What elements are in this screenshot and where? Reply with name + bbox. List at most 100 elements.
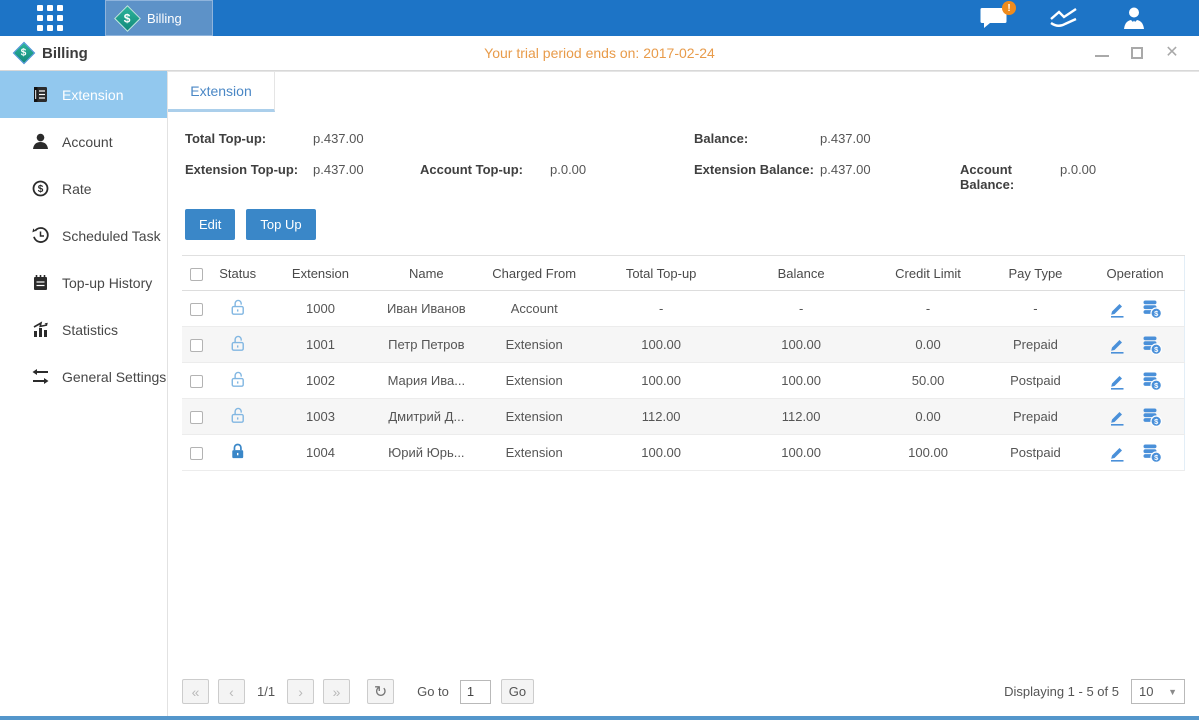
edit-button[interactable]: Edit bbox=[185, 209, 235, 240]
minimize-button[interactable] bbox=[1095, 46, 1109, 60]
row-checkbox[interactable] bbox=[190, 375, 203, 388]
goto-page-input[interactable] bbox=[460, 680, 491, 704]
ledger-icon bbox=[32, 86, 49, 103]
app-tab-billing[interactable]: $ Billing bbox=[105, 0, 213, 36]
cell-charged-from: Extension bbox=[477, 399, 591, 435]
row-checkbox[interactable] bbox=[190, 411, 203, 424]
cell-balance: 112.00 bbox=[731, 399, 871, 435]
window-title: Billing bbox=[42, 45, 88, 62]
top-up-coins-icon[interactable]: $ bbox=[1142, 335, 1162, 355]
extensions-table: StatusExtensionNameCharged FromTotal Top… bbox=[182, 255, 1185, 471]
cell-total-topup: 100.00 bbox=[591, 327, 730, 363]
sidebar-item-extension[interactable]: Extension bbox=[0, 71, 167, 118]
go-button[interactable]: Go bbox=[501, 679, 534, 704]
sidebar-item-label: General Settings bbox=[62, 369, 166, 385]
main-content: Extension Total Top-up: p.437.00 Balance… bbox=[168, 71, 1199, 720]
unlock-icon bbox=[210, 399, 265, 435]
cell-credit-limit: 0.00 bbox=[871, 399, 984, 435]
cell-total-topup: 112.00 bbox=[591, 399, 730, 435]
page-size-select[interactable]: 10 ▼ bbox=[1131, 679, 1185, 704]
tab-extension[interactable]: Extension bbox=[168, 72, 275, 112]
sidebar-item-statistics[interactable]: Statistics bbox=[0, 306, 167, 353]
cell-charged-from: Extension bbox=[477, 363, 591, 399]
sidebar-item-scheduled-task[interactable]: Scheduled Task bbox=[0, 212, 167, 259]
unlock-icon bbox=[210, 291, 265, 327]
goto-label: Go to bbox=[417, 684, 449, 699]
row-checkbox[interactable] bbox=[190, 303, 203, 316]
apps-grid-icon[interactable] bbox=[37, 5, 63, 31]
edit-pencil-icon[interactable] bbox=[1108, 444, 1126, 462]
pagination-bar: « ‹ 1/1 › » ↻ Go to Go Displaying 1 - 5 … bbox=[168, 679, 1199, 720]
cell-balance: 100.00 bbox=[731, 435, 871, 471]
top-up-coins-icon[interactable]: $ bbox=[1142, 371, 1162, 391]
top-up-coins-icon[interactable]: $ bbox=[1142, 407, 1162, 427]
account-topup-value: p.0.00 bbox=[550, 162, 694, 192]
cell-credit-limit: 50.00 bbox=[871, 363, 984, 399]
account-topup-label: Account Top-up: bbox=[420, 162, 550, 192]
row-checkbox[interactable] bbox=[190, 339, 203, 352]
bottom-accent-bar bbox=[0, 716, 1199, 720]
cell-balance: 100.00 bbox=[731, 327, 871, 363]
trial-notice: Your trial period ends on: 2017-02-24 bbox=[0, 45, 1199, 61]
sidebar-item-label: Top-up History bbox=[62, 275, 152, 291]
statistics-chart-icon[interactable] bbox=[1049, 7, 1079, 29]
user-account-icon[interactable] bbox=[1121, 6, 1147, 30]
column-header: Status bbox=[210, 256, 265, 291]
column-header: Name bbox=[376, 256, 477, 291]
balance-label: Balance: bbox=[694, 131, 820, 146]
table-row[interactable]: 1003 Дмитрий Д... Extension 112.00 112.0… bbox=[182, 399, 1185, 435]
top-up-coins-icon[interactable]: $ bbox=[1142, 443, 1162, 463]
select-all-checkbox[interactable] bbox=[190, 268, 203, 281]
cell-extension: 1004 bbox=[265, 435, 375, 471]
sidebar-item-label: Scheduled Task bbox=[62, 228, 161, 244]
balance-value: p.437.00 bbox=[820, 131, 960, 146]
extension-topup-label: Extension Top-up: bbox=[185, 162, 313, 192]
transfer-arrows-icon bbox=[32, 368, 49, 385]
history-clock-icon bbox=[32, 227, 49, 244]
topbar: $ Billing ! bbox=[0, 0, 1199, 36]
chevron-down-icon: ▼ bbox=[1168, 687, 1177, 697]
table-row[interactable]: 1001 Петр Петров Extension 100.00 100.00… bbox=[182, 327, 1185, 363]
cell-charged-from: Extension bbox=[477, 435, 591, 471]
edit-pencil-icon[interactable] bbox=[1108, 372, 1126, 390]
messages-icon[interactable]: ! bbox=[980, 7, 1007, 29]
prev-page-button[interactable]: ‹ bbox=[218, 679, 245, 704]
column-header: Operation bbox=[1086, 256, 1184, 291]
close-button[interactable]: ✕ bbox=[1165, 46, 1179, 60]
account-balance-value: p.0.00 bbox=[1060, 162, 1199, 192]
app-tab-label: Billing bbox=[147, 11, 182, 26]
page-size-value: 10 bbox=[1139, 684, 1153, 699]
table-row[interactable]: 1000 Иван Иванов Account - - - - $ bbox=[182, 291, 1185, 327]
sidebar-item-general-settings[interactable]: General Settings bbox=[0, 353, 167, 400]
table-row[interactable]: 1004 Юрий Юрь... Extension 100.00 100.00… bbox=[182, 435, 1185, 471]
cell-total-topup: 100.00 bbox=[591, 363, 730, 399]
maximize-button[interactable] bbox=[1130, 46, 1144, 60]
column-header: Total Top-up bbox=[591, 256, 730, 291]
column-header: Pay Type bbox=[985, 256, 1086, 291]
extension-balance-value: p.437.00 bbox=[820, 162, 960, 192]
cell-charged-from: Extension bbox=[477, 327, 591, 363]
cell-credit-limit: - bbox=[871, 291, 984, 327]
lock-icon bbox=[210, 435, 265, 471]
last-page-button[interactable]: » bbox=[323, 679, 350, 704]
cell-extension: 1001 bbox=[265, 327, 375, 363]
sidebar-item-rate[interactable]: $Rate bbox=[0, 165, 167, 212]
unlock-icon bbox=[210, 327, 265, 363]
refresh-icon[interactable]: ↻ bbox=[367, 679, 394, 704]
edit-pencil-icon[interactable] bbox=[1108, 336, 1126, 354]
edit-pencil-icon[interactable] bbox=[1108, 300, 1126, 318]
stats-chart-icon bbox=[32, 321, 49, 338]
table-row[interactable]: 1002 Мария Ива... Extension 100.00 100.0… bbox=[182, 363, 1185, 399]
cell-total-topup: 100.00 bbox=[591, 435, 730, 471]
sidebar-item-top-up-history[interactable]: Top-up History bbox=[0, 259, 167, 306]
account-balance-label: Account Balance: bbox=[960, 162, 1060, 192]
tabstrip: Extension bbox=[168, 71, 1199, 111]
total-topup-value: p.437.00 bbox=[313, 131, 420, 146]
row-checkbox[interactable] bbox=[190, 447, 203, 460]
next-page-button[interactable]: › bbox=[287, 679, 314, 704]
top-up-button[interactable]: Top Up bbox=[246, 209, 315, 240]
edit-pencil-icon[interactable] bbox=[1108, 408, 1126, 426]
sidebar-item-account[interactable]: Account bbox=[0, 118, 167, 165]
first-page-button[interactable]: « bbox=[182, 679, 209, 704]
top-up-coins-icon[interactable]: $ bbox=[1142, 299, 1162, 319]
